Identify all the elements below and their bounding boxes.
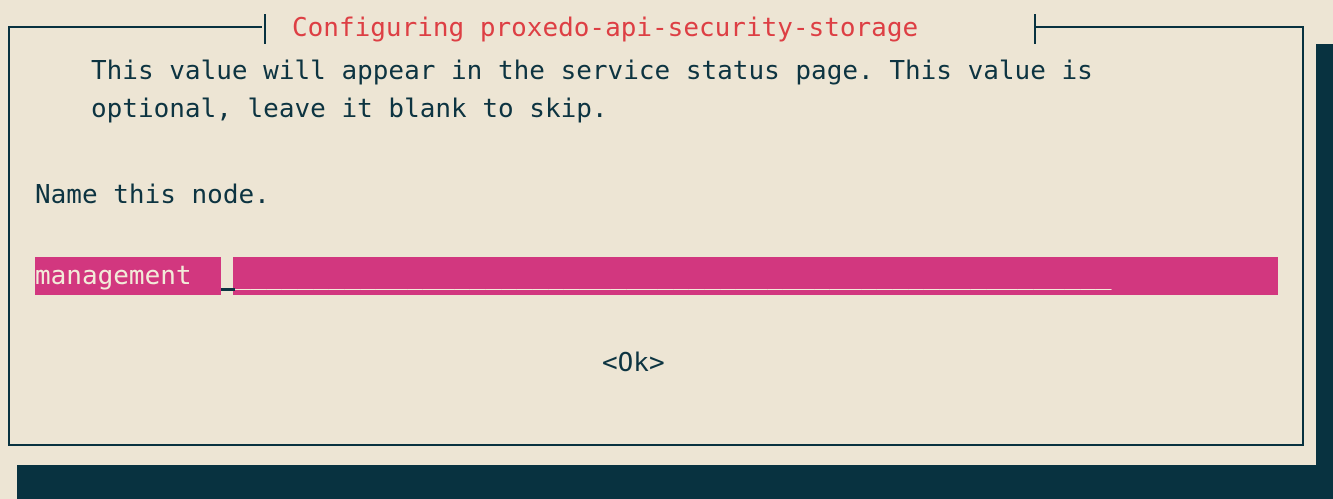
title-bracket-left: [264, 14, 266, 44]
dialog-shadow-right: [1316, 44, 1333, 499]
description-line-2: optional, leave it blank to skip.: [91, 94, 608, 124]
input-fill-underscores: ________________________________________…: [235, 261, 1112, 291]
config-dialog: Configuring proxedo-api-security-storage…: [0, 0, 1316, 465]
input-prompt: Name this node.: [35, 180, 270, 210]
terminal-screen: Configuring proxedo-api-security-storage…: [0, 0, 1333, 499]
dialog-shadow-bottom: [17, 465, 1333, 499]
text-cursor-underline: [221, 288, 235, 291]
dialog-title: Configuring proxedo-api-security-storage: [292, 13, 919, 43]
node-name-value: management: [35, 261, 192, 291]
ok-button[interactable]: <Ok>: [602, 344, 665, 382]
node-name-input[interactable]: management _____________________________…: [35, 257, 1278, 295]
dialog-description: This value will appear in the service st…: [91, 52, 1291, 128]
title-bracket-right: [1034, 14, 1036, 44]
description-line-1: This value will appear in the service st…: [91, 56, 1093, 86]
